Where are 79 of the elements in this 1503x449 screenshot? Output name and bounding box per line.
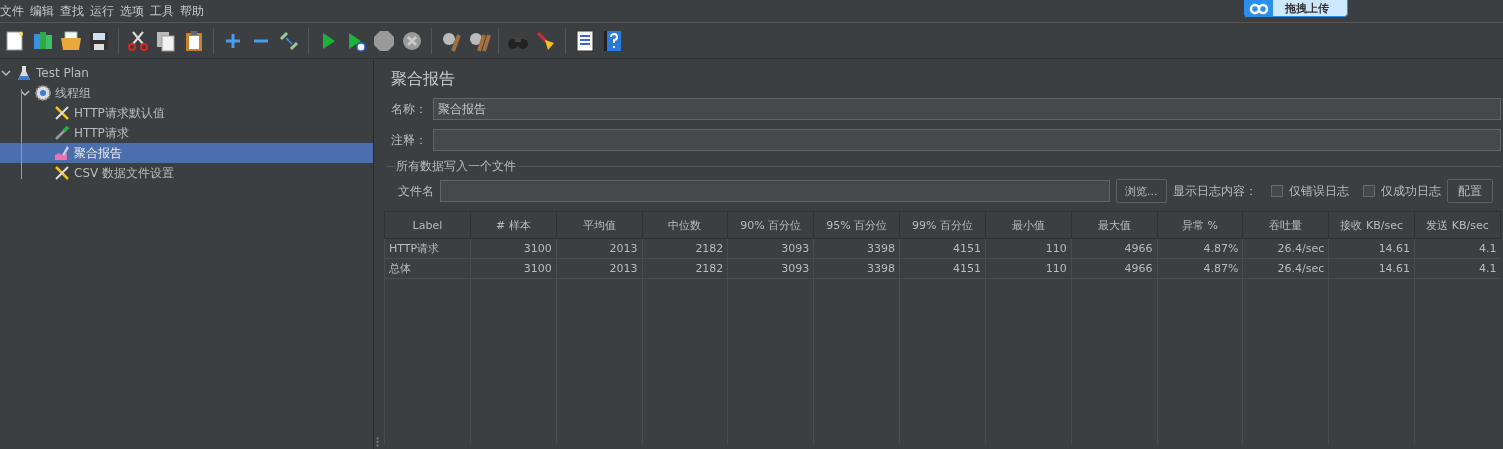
table-cell: 3093 (727, 238, 814, 259)
cloud-link-icon (1245, 0, 1273, 17)
table-cell: 4.87% (1157, 258, 1243, 279)
table-cell: 14.61 (1328, 238, 1415, 259)
column-header[interactable]: 平均值 (556, 211, 643, 239)
stop-icon[interactable] (372, 28, 396, 53)
field-label: 文件名 (398, 182, 434, 200)
chevron-down-icon[interactable] (19, 87, 31, 99)
table-cell: 4966 (1071, 238, 1158, 259)
tree-item[interactable]: 线程组 (0, 83, 373, 103)
table-cell: 4.1 (1414, 258, 1501, 279)
table-cell: 总体 (384, 258, 471, 279)
column-header[interactable]: Label (384, 211, 471, 239)
checkbox[interactable]: 仅错误日志 (1270, 182, 1349, 200)
dropper-icon (54, 125, 70, 141)
wrench-screwdriver-icon (54, 105, 70, 121)
table-cell: 2182 (642, 258, 728, 279)
table-cell: 14.61 (1328, 258, 1415, 279)
upload-widget[interactable]: 拖拽上传 (1244, 0, 1348, 17)
tree-item[interactable]: 聚合报告 (0, 143, 373, 163)
wrench-screwdriver-icon (54, 165, 70, 181)
comment-field[interactable] (433, 129, 1501, 151)
table-cell: 4151 (899, 238, 986, 259)
table-cell: 2013 (556, 258, 643, 279)
open-folder-icon[interactable] (59, 28, 83, 53)
panel-title: 聚合报告 (390, 68, 456, 90)
column-header[interactable]: 最大值 (1071, 211, 1158, 239)
table-cell: HTTP请求 (384, 238, 471, 259)
field-label: 注释： (391, 131, 427, 149)
table-cell: 110 (985, 258, 1072, 279)
column-header[interactable]: 95% 百分位 (813, 211, 900, 239)
table-cell: 4.87% (1157, 238, 1243, 259)
column-header[interactable]: # 样本 (470, 211, 557, 239)
table-cell: 3100 (470, 258, 557, 279)
table-cell: 110 (985, 238, 1072, 259)
filename-field[interactable] (440, 180, 1110, 202)
chart-icon (54, 145, 70, 161)
group-title: 所有数据写入一个文件 (396, 158, 516, 175)
table-cell: 4.1 (1414, 238, 1501, 259)
table-cell: 4966 (1071, 258, 1158, 279)
flask-icon (16, 65, 32, 81)
checkbox[interactable]: 仅成功日志 (1362, 182, 1441, 200)
name-field[interactable]: 聚合报告 (433, 98, 1501, 120)
tree-item[interactable]: CSV 数据文件设置 (0, 163, 373, 183)
menu-item[interactable]: 帮助 (180, 2, 210, 20)
tree-item[interactable]: Test Plan (0, 63, 373, 83)
table-cell: 3093 (727, 258, 814, 279)
menu-item[interactable]: 运行 (90, 2, 120, 20)
column-header[interactable]: 接收 KB/sec (1328, 211, 1415, 239)
menu-item[interactable]: 查找 (60, 2, 90, 20)
menu-item[interactable]: 选项 (120, 2, 150, 20)
tree-item[interactable]: HTTP请求 (0, 123, 373, 143)
table-cell: 26.4/sec (1242, 238, 1329, 259)
column-header[interactable]: 吞吐量 (1242, 211, 1329, 239)
config-button[interactable]: 配置 (1446, 179, 1493, 203)
table-cell: 26.4/sec (1242, 258, 1329, 279)
list-icon[interactable] (573, 28, 597, 53)
menu-item[interactable]: 工具 (150, 2, 180, 20)
table-cell: 2013 (556, 238, 643, 259)
table-cell: 3398 (813, 258, 900, 279)
column-header[interactable]: 发送 KB/sec (1414, 211, 1501, 239)
column-header[interactable]: 中位数 (642, 211, 728, 239)
browse-button[interactable]: 浏览... (1116, 179, 1167, 203)
column-header[interactable]: 异常 % (1157, 211, 1243, 239)
column-header[interactable]: 99% 百分位 (899, 211, 986, 239)
column-header[interactable]: 90% 百分位 (727, 211, 814, 239)
field-label: 名称： (391, 100, 427, 118)
splitter-grip-icon[interactable] (376, 437, 379, 447)
tree-item[interactable]: HTTP请求默认值 (0, 103, 373, 123)
table-cell: 3100 (470, 238, 557, 259)
table-cell: 2182 (642, 238, 728, 259)
column-header[interactable]: 最小值 (985, 211, 1072, 239)
menu-item[interactable]: 编辑 (30, 2, 60, 20)
gear-icon (35, 85, 51, 101)
menu-item[interactable]: 文件 (0, 2, 30, 20)
log-label: 显示日志内容： (1172, 182, 1257, 200)
table-cell: 3398 (813, 238, 900, 259)
table-cell: 4151 (899, 258, 986, 279)
chevron-down-icon[interactable] (0, 67, 12, 79)
